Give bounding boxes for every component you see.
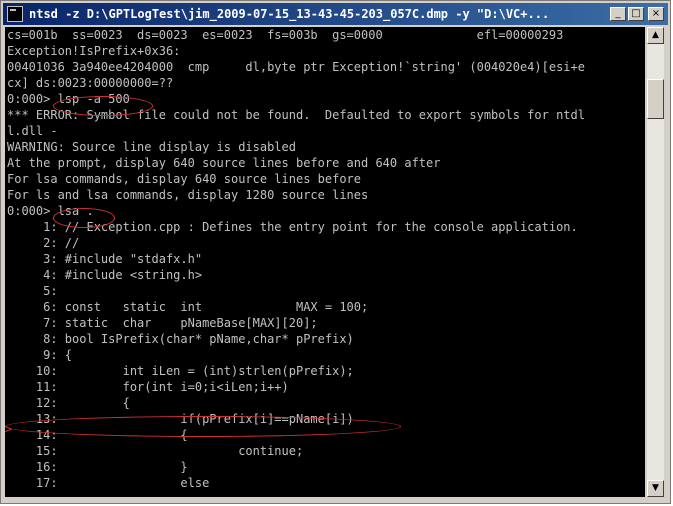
- console-line: 2: //: [7, 236, 80, 250]
- console-line: 16: }: [7, 460, 188, 474]
- console-line: cs=001b ss=0023 ds=0023 es=0023 fs=003b …: [7, 28, 564, 42]
- console-line: *** ERROR: Symbol file could not be foun…: [7, 108, 585, 122]
- console-line: 5:: [7, 284, 58, 298]
- console-line: 15: continue;: [7, 444, 304, 458]
- console-line: 17: else: [7, 476, 210, 490]
- console-line: 12: {: [7, 396, 130, 410]
- console-window: ntsd -z D:\GPTLogTest\jim_2009-07-15_13-…: [0, 0, 671, 504]
- scroll-up-button[interactable]: ▲: [647, 27, 664, 44]
- title-bar[interactable]: ntsd -z D:\GPTLogTest\jim_2009-07-15_13-…: [3, 3, 668, 25]
- minimize-button[interactable]: _: [610, 7, 626, 21]
- console-line: 13: if(pPrefix[i]==pName[i]): [7, 412, 354, 426]
- console-app-icon[interactable]: [7, 6, 23, 22]
- console-line: 3: #include "stdafx.h": [7, 252, 203, 266]
- console-line: Exception!IsPrefix+0x36:: [7, 44, 181, 58]
- console-line: For ls and lsa commands, display 1280 so…: [7, 188, 369, 202]
- console-line: 8: bool IsPrefix(char* pName,char* pPref…: [7, 332, 354, 346]
- console-output[interactable]: cs=001b ss=0023 ds=0023 es=0023 fs=003b …: [5, 27, 645, 497]
- console-line: 7: static char pNameBase[MAX][20];: [7, 316, 318, 330]
- window-title: ntsd -z D:\GPTLogTest\jim_2009-07-15_13-…: [29, 7, 550, 21]
- maximize-button[interactable]: □: [628, 7, 644, 21]
- console-line: For lsa commands, display 640 source lin…: [7, 172, 362, 186]
- console-line: l.dll -: [7, 124, 58, 138]
- console-line: 00401036 3a940ee4204000 cmp dl,byte ptr …: [7, 60, 585, 74]
- vertical-scrollbar[interactable]: ▲ ▼: [647, 27, 664, 497]
- console-line: 0:000> lsa .: [7, 204, 94, 218]
- console-line: 4: #include <string.h>: [7, 268, 203, 282]
- console-line: cx] ds:0023:00000000=??: [7, 76, 174, 90]
- current-line-marker: >: [5, 422, 13, 436]
- console-line: 14: {: [7, 428, 188, 442]
- console-line: 0:000> lsp -a 500: [7, 92, 130, 106]
- close-button[interactable]: ×: [648, 7, 664, 21]
- console-line: 10: int iLen = (int)strlen(pPrefix);: [7, 364, 354, 378]
- scroll-thumb[interactable]: [647, 79, 664, 119]
- console-line: WARNING: Source line display is disabled: [7, 140, 296, 154]
- console-line: At the prompt, display 640 source lines …: [7, 156, 441, 170]
- console-line: 11: for(int i=0;i<iLen;i++): [7, 380, 289, 394]
- console-line: 9: {: [7, 348, 73, 362]
- console-line: 1: // Exception.cpp : Defines the entry …: [7, 220, 578, 234]
- title-buttons: _ □ ×: [610, 7, 664, 21]
- console-line: 6: const static int MAX = 100;: [7, 300, 369, 314]
- scroll-down-button[interactable]: ▼: [647, 480, 664, 497]
